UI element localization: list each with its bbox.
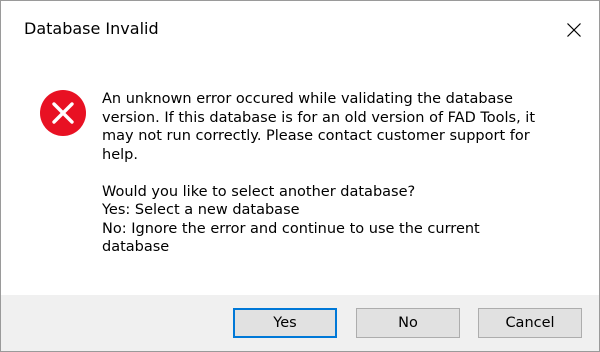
dialog-title: Database Invalid — [24, 19, 159, 38]
close-icon — [567, 23, 581, 37]
question-line: No: Ignore the error and continue to use… — [102, 220, 480, 237]
message-line: An unknown error occured while validatin… — [102, 91, 513, 107]
yes-button[interactable]: Yes — [233, 308, 337, 338]
no-button[interactable]: No — [356, 308, 460, 338]
dialog-content: An unknown error occured while validatin… — [1, 59, 599, 295]
question-line: Would you like to select another databas… — [102, 183, 416, 200]
error-message: An unknown error occured while validatin… — [102, 90, 580, 257]
dialog-window: Database Invalid An unknown error occure… — [0, 0, 600, 352]
message-line: help. — [102, 146, 138, 163]
question-line: database — [102, 239, 170, 255]
cancel-button[interactable]: Cancel — [478, 308, 582, 338]
message-line: version. If this database is for an old … — [102, 109, 536, 126]
button-bar: Yes No Cancel — [1, 295, 599, 351]
message-line: may not run correctly. Please contact cu… — [102, 128, 530, 144]
title-bar: Database Invalid — [1, 1, 599, 59]
close-button[interactable] — [549, 1, 599, 59]
question-line: Yes: Select a new database — [102, 202, 300, 218]
error-icon — [40, 90, 86, 136]
